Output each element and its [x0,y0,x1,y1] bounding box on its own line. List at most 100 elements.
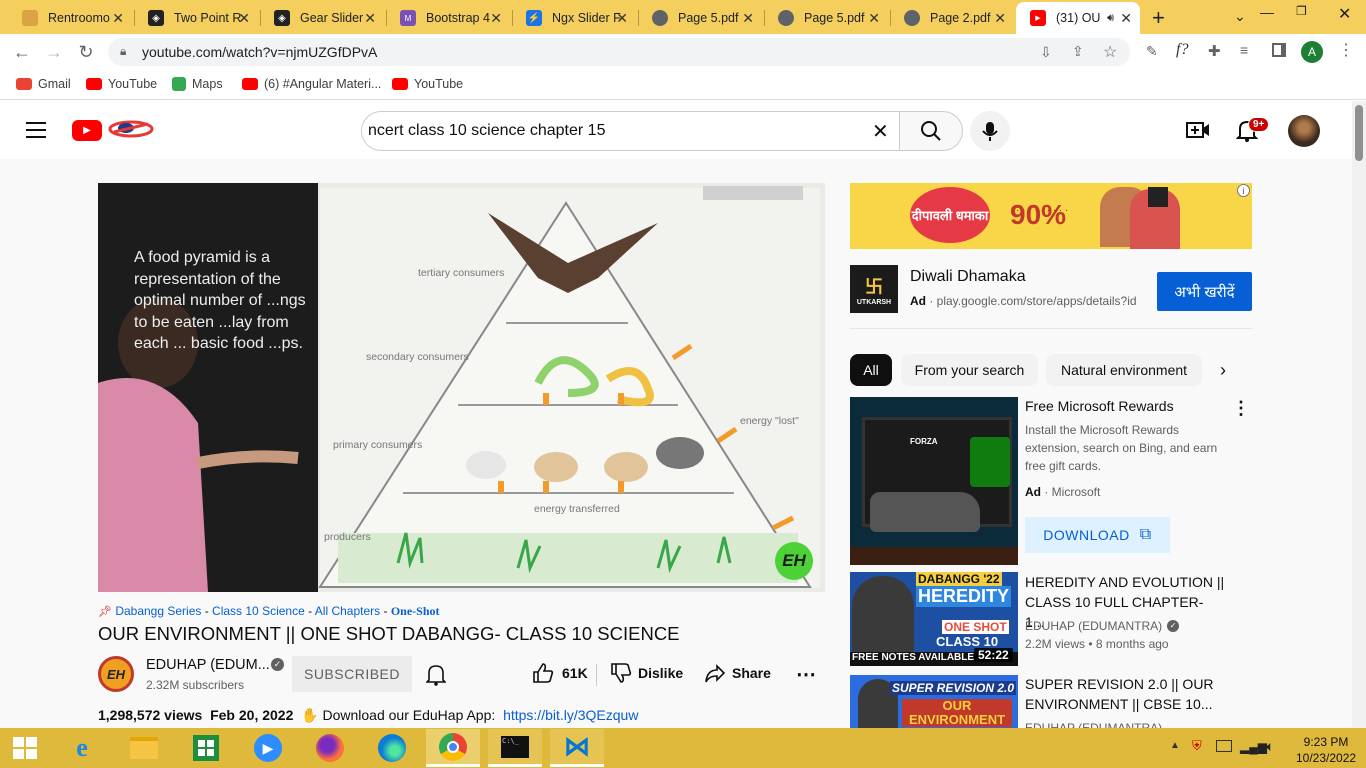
share-button[interactable]: Share [704,662,771,684]
tab-0[interactable]: Rentroomo ✕ [8,4,132,32]
hashtag-link[interactable]: Class 10 Science [212,604,305,618]
hashtag-link[interactable]: All Chapters [315,604,380,618]
chip-natural-environment[interactable]: Natural environment [1046,354,1202,386]
kebab-menu-icon[interactable]: ⋮ [1338,40,1354,60]
tray-security-icon[interactable]: ⛨ [1192,738,1202,754]
tab-5[interactable]: Page 5.pdf ✕ [638,4,762,32]
taskbar-zoom[interactable]: ▶ [244,730,292,766]
forward-button[interactable]: → [42,40,66,64]
rec-thumbnail-heredity[interactable]: DABANGG '22 HEREDITY ONE SHOT CLASS 10 F… [850,572,1018,666]
subscribed-button[interactable]: SUBSCRIBED [292,656,412,692]
close-icon[interactable]: ✕ [112,10,124,27]
tab-3[interactable]: M Bootstrap 4 ✕ [386,4,510,32]
rec-channel[interactable]: EDUHAP (EDUMANTRA) ✓ [1025,617,1180,635]
video-description[interactable]: 1,298,572 views Feb 20, 2022 ✋ Download … [98,707,638,724]
speaker-icon[interactable]: 🔊︎ [1107,12,1114,25]
close-icon[interactable]: ✕ [1120,10,1132,27]
rec-menu-icon[interactable]: ⋮ [1232,398,1250,419]
close-icon[interactable]: ✕ [490,10,502,27]
close-icon[interactable]: ✕ [868,10,880,27]
profile-avatar[interactable]: A [1301,41,1323,63]
close-icon[interactable]: ✕ [742,10,754,27]
youtube-logo-icon[interactable]: ▶ [72,120,102,141]
more-actions-icon[interactable]: ⋯ [796,662,816,687]
bookmark-youtube[interactable]: YouTube [86,77,157,91]
close-window-button[interactable]: ✕ [1338,4,1351,24]
taskbar-chrome-active[interactable] [426,729,480,767]
minimize-button[interactable]: — [1260,4,1274,20]
app-link[interactable]: https://bit.ly/3QEzquw [503,707,638,723]
rec-title[interactable]: Free Microsoft Rewards [1025,396,1220,416]
tab-2[interactable]: ◈ Gear Slider ✕ [260,4,384,32]
restore-button[interactable]: ❐ [1296,4,1307,18]
account-avatar[interactable] [1288,115,1320,147]
tray-network-warning-icon[interactable] [1216,740,1232,752]
windows-start-icon[interactable] [13,737,37,759]
extension-pen-icon[interactable]: ✎ [1146,43,1158,60]
close-icon[interactable]: ✕ [364,10,376,27]
rec-title[interactable]: SUPER REVISION 2.0 || OUR ENVIRONMENT ||… [1025,674,1225,714]
channel-avatar[interactable]: EH [98,656,134,692]
bookmark-gmail[interactable]: Gmail [16,77,71,91]
download-button[interactable]: DOWNLOAD ⧉ [1025,517,1170,553]
tray-volume-icon[interactable]: 🔈︎ [1266,738,1274,755]
tab-1[interactable]: ◈ Two Point R ✕ [134,4,258,32]
taskbar-ie[interactable]: e [58,730,106,766]
side-panel-icon[interactable] [1272,43,1286,57]
scrollbar-thumb[interactable] [1355,105,1363,161]
install-icon[interactable]: ⇩ [1040,44,1052,61]
notification-bell-icon[interactable] [426,664,446,686]
bookmark-star-icon[interactable]: ☆ [1103,42,1117,62]
tab-7[interactable]: Page 2.pdf ✕ [890,4,1014,32]
tray-wifi-icon[interactable]: ▂▄▆ [1240,740,1267,754]
share-icon[interactable]: ⇪ [1072,43,1084,60]
hashtag-link[interactable]: Dabangg Series [115,604,201,618]
chip-all[interactable]: All [850,354,892,386]
channel-name[interactable]: EDUHAP (EDUM... [146,657,270,673]
puzzle-icon[interactable]: ✚ [1208,42,1221,60]
bookmark-youtube-2[interactable]: YouTube [392,77,463,91]
tab-4[interactable]: ⚡ Ngx Slider F ✕ [512,4,636,32]
like-button[interactable]: 61K [532,662,588,684]
dislike-button[interactable]: Dislike [610,662,683,684]
back-button[interactable]: ← [10,40,34,64]
bookmark-angular[interactable]: (6) #Angular Materi... [242,77,381,91]
search-button[interactable] [899,111,963,151]
bookmark-maps[interactable]: Maps [172,77,223,91]
tab-search-icon[interactable]: ⌄ [1234,8,1246,25]
chip-from-your-search[interactable]: From your search [901,354,1038,386]
taskbar-clock[interactable]: 9:23 PM 10/23/2022 [1296,734,1356,766]
tray-chevron-icon[interactable]: ▲ [1170,740,1180,751]
rec-thumbnail-super-revision[interactable]: SUPER REVISION 2.0 OUR ENVIRONMENT [850,675,1018,728]
create-video-icon[interactable] [1186,120,1210,140]
taskbar-terminal[interactable]: C:\_ [488,729,542,767]
hashtag-link[interactable]: One-Shot [391,604,440,618]
taskbar-file-explorer[interactable] [120,730,168,766]
video-player[interactable]: A food pyramid is a representation of th… [98,183,825,592]
search-query-text[interactable]: ncert class 10 science chapter 15 [368,122,605,140]
close-icon[interactable]: ✕ [994,10,1006,27]
media-control-icon[interactable]: ≡ [1240,42,1248,58]
clear-search-icon[interactable]: ✕ [872,119,889,144]
new-tab-button[interactable]: + [1152,5,1165,31]
ad-info-icon[interactable]: i [1237,184,1250,197]
ad-title[interactable]: Diwali Dhamaka [910,268,1026,286]
chevron-right-icon[interactable]: › [1220,360,1226,381]
url-text[interactable]: youtube.com/watch?v=njmUZGfDPvA [142,44,377,60]
youtube-doodle-logo[interactable] [108,118,154,140]
taskbar-vscode[interactable]: ⋈ [550,729,604,767]
ad-cta-button[interactable]: अभी खरीदें [1157,272,1252,311]
hamburger-menu-icon[interactable] [26,122,46,138]
close-icon[interactable]: ✕ [238,10,250,27]
formula-extension-icon[interactable]: f? [1176,41,1188,59]
close-icon[interactable]: ✕ [616,10,628,27]
taskbar-firefox[interactable] [306,730,354,766]
tab-6[interactable]: Page 5.pdf ✕ [764,4,888,32]
reload-button[interactable]: ↻ [74,40,98,64]
ad-banner[interactable]: दीपावली धमाका · · · · · · · · · · 90% [850,183,1252,249]
taskbar-store[interactable] [182,730,230,766]
channel-watermark[interactable]: EH [775,542,813,580]
ad-advertiser-logo[interactable]: 卐 UTKARSH [850,265,898,313]
voice-search-button[interactable] [970,111,1010,151]
rec-channel[interactable]: EDUHAP (EDUMANTRA) [1025,719,1162,728]
